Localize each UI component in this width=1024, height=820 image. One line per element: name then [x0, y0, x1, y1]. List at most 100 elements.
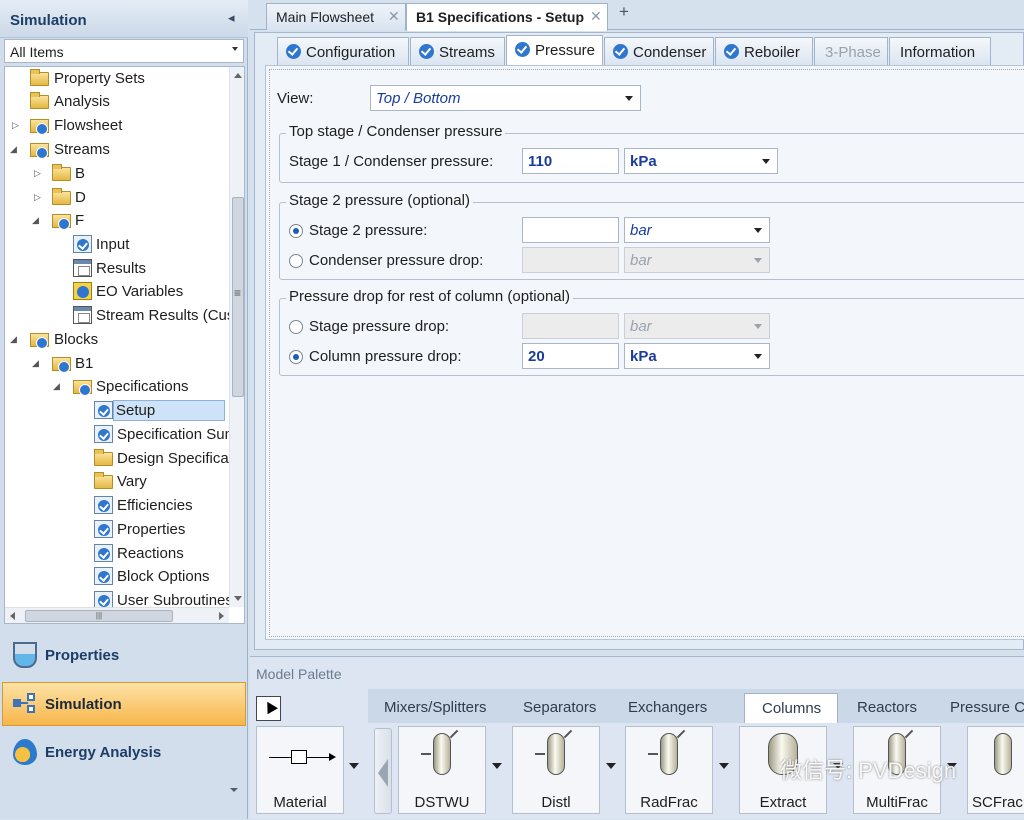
stage1-pressure-input[interactable]: 110 — [522, 148, 619, 174]
new-tab-icon[interactable]: + — [616, 3, 632, 22]
nav-button-energy-analysis[interactable]: Energy Analysis — [2, 730, 246, 774]
tree-item-stream-b[interactable]: ▷ B — [5, 162, 229, 186]
model-scfrac[interactable]: SCFrac — [967, 726, 1024, 814]
chevron-down-icon[interactable] — [492, 763, 502, 769]
tree-horizontal-scrollbar[interactable]: ||| — [5, 607, 229, 623]
tree-item-vary[interactable]: Vary — [5, 470, 229, 494]
subtab-label: 3-Phase — [825, 44, 881, 61]
tree-vertical-scrollbar[interactable] — [229, 67, 244, 607]
tree-item-input[interactable]: Input — [5, 233, 229, 257]
condenser-pressure-drop-unit-select: bar — [624, 247, 770, 273]
palette-tab-exchangers[interactable]: Exchangers — [611, 693, 723, 723]
tree-item-specifications[interactable]: ◢ Specifications — [5, 375, 229, 399]
tree-item-eo-variables[interactable]: EO Variables — [5, 280, 229, 304]
subtab-condenser[interactable]: Condenser — [604, 37, 714, 65]
scrollbar-thumb[interactable]: ||| — [25, 610, 173, 622]
nav-button-simulation[interactable]: Simulation — [2, 682, 246, 726]
collapse-icon[interactable]: ◢ — [32, 215, 42, 227]
tree-item-specification-summary[interactable]: Specification Summary — [5, 423, 229, 447]
tree-item-property-sets[interactable]: Property Sets — [5, 67, 229, 91]
model-radfrac[interactable]: RadFrac — [625, 726, 713, 814]
subtab-label: Condenser — [633, 44, 707, 61]
palette-tab-separators[interactable]: Separators — [505, 693, 610, 723]
pointer-tool-icon[interactable] — [256, 696, 281, 721]
condenser-pressure-drop-radio[interactable] — [289, 254, 303, 268]
condenser-pressure-drop-input — [522, 247, 619, 273]
tree-item-reactions[interactable]: Reactions — [5, 542, 229, 566]
palette-tab-pressure-changers[interactable]: Pressure Changers — [936, 693, 1024, 723]
tree-item-efficiencies[interactable]: Efficiencies — [5, 494, 229, 518]
collapse-icon[interactable]: ◢ — [10, 334, 20, 346]
folder-checked-icon — [52, 214, 71, 230]
scroll-down-icon[interactable] — [234, 596, 242, 601]
expand-icon[interactable]: ▷ — [12, 120, 22, 132]
tree-item-streams[interactable]: ◢ Streams — [5, 138, 229, 162]
tab-b1-specifications-setup[interactable]: B1 Specifications - Setup ✕ — [406, 3, 608, 31]
scroll-up-icon[interactable] — [234, 73, 242, 78]
subtab-3-phase[interactable]: 3-Phase — [814, 37, 888, 65]
folder-checked-icon — [30, 333, 49, 349]
scroll-right-icon[interactable] — [219, 612, 224, 620]
palette-scroll-left[interactable] — [374, 728, 392, 814]
tree-item-b1[interactable]: ◢ B1 — [5, 352, 229, 376]
chevron-down-icon[interactable] — [349, 763, 359, 769]
tree-item-stream-d[interactable]: ▷ D — [5, 186, 229, 210]
collapse-icon[interactable]: ◢ — [32, 358, 42, 370]
tree-item-user-subroutines[interactable]: User Subroutines — [5, 589, 229, 607]
tree-item-blocks[interactable]: ◢ Blocks — [5, 328, 229, 352]
tree-filter-select[interactable]: All Items — [4, 39, 244, 63]
column-pressure-drop-radio[interactable] — [289, 350, 303, 364]
tree-item-analysis[interactable]: Analysis — [5, 90, 229, 114]
expand-icon[interactable]: ▷ — [34, 168, 44, 180]
nav-button-properties[interactable]: Properties — [2, 633, 246, 677]
subtab-pressure[interactable]: Pressure — [506, 35, 603, 65]
tree-item-stream-results-custom[interactable]: Stream Results (Custom) — [5, 304, 229, 328]
chevron-down-icon — [762, 159, 770, 164]
flowsheet-icon — [13, 691, 37, 717]
stage2-pressure-radio[interactable] — [289, 224, 303, 238]
model-distl[interactable]: Distl — [512, 726, 600, 814]
stage-pressure-drop-radio[interactable] — [289, 320, 303, 334]
tree-item-properties[interactable]: Properties — [5, 518, 229, 542]
subtab-streams[interactable]: Streams — [410, 37, 505, 65]
tab-main-flowsheet[interactable]: Main Flowsheet ✕ — [266, 3, 406, 30]
tree-item-flowsheet[interactable]: ▷ Flowsheet — [5, 114, 229, 138]
chevron-down-icon[interactable] — [230, 788, 238, 792]
scroll-left-icon[interactable] — [10, 612, 15, 620]
tree-item-results[interactable]: Results — [5, 257, 229, 281]
subtab-configuration[interactable]: Configuration — [277, 37, 409, 65]
stage1-pressure-unit-select[interactable]: kPa — [624, 148, 778, 174]
watermark: 微信号: PVDesign — [780, 758, 957, 783]
chevron-down-icon[interactable] — [606, 763, 616, 769]
close-icon[interactable]: ✕ — [388, 8, 400, 25]
energy-drop-icon — [13, 739, 37, 765]
chevron-left-icon[interactable]: ◂ — [228, 10, 235, 26]
expand-icon[interactable]: ▷ — [34, 192, 44, 204]
scrollbar-thumb[interactable] — [232, 197, 244, 397]
stage2-pressure-unit-select[interactable]: bar — [624, 217, 770, 243]
view-select[interactable]: Top / Bottom — [370, 85, 641, 111]
palette-tab-columns[interactable]: Columns — [744, 693, 838, 723]
stage1-pressure-value: 110 — [528, 153, 553, 170]
palette-tab-mixers-splitters[interactable]: Mixers/Splitters — [368, 693, 504, 723]
tree-item-stream-f[interactable]: ◢ F — [5, 209, 229, 233]
top-stage-group: Top stage / Condenser pressure Stage 1 /… — [279, 123, 1024, 183]
column-pressure-drop-input[interactable]: 20 — [522, 343, 619, 369]
collapse-icon[interactable]: ◢ — [53, 381, 63, 393]
palette-tab-reactors[interactable]: Reactors — [839, 693, 935, 723]
document-tab-bar: Main Flowsheet ✕ B1 Specifications - Set… — [250, 0, 1024, 31]
chevron-down-icon[interactable] — [719, 763, 729, 769]
model-dstwu[interactable]: DSTWU — [398, 726, 486, 814]
stage2-pressure-input[interactable] — [522, 217, 619, 243]
model-label: Extract — [759, 794, 807, 811]
column-pressure-drop-unit-select[interactable]: kPa — [624, 343, 770, 369]
subtab-information[interactable]: Information — [889, 37, 991, 65]
tree-item-design-specifications[interactable]: Design Specifications — [5, 447, 229, 471]
subtab-reboiler[interactable]: Reboiler — [715, 37, 813, 65]
model-material[interactable]: Material — [256, 726, 344, 814]
collapse-icon[interactable]: ◢ — [10, 144, 20, 156]
tree-item-block-options[interactable]: Block Options — [5, 565, 229, 589]
close-icon[interactable]: ✕ — [590, 8, 602, 25]
tree-item-setup[interactable]: Setup — [5, 399, 229, 423]
tree-item-label: User Subroutines — [117, 592, 229, 607]
